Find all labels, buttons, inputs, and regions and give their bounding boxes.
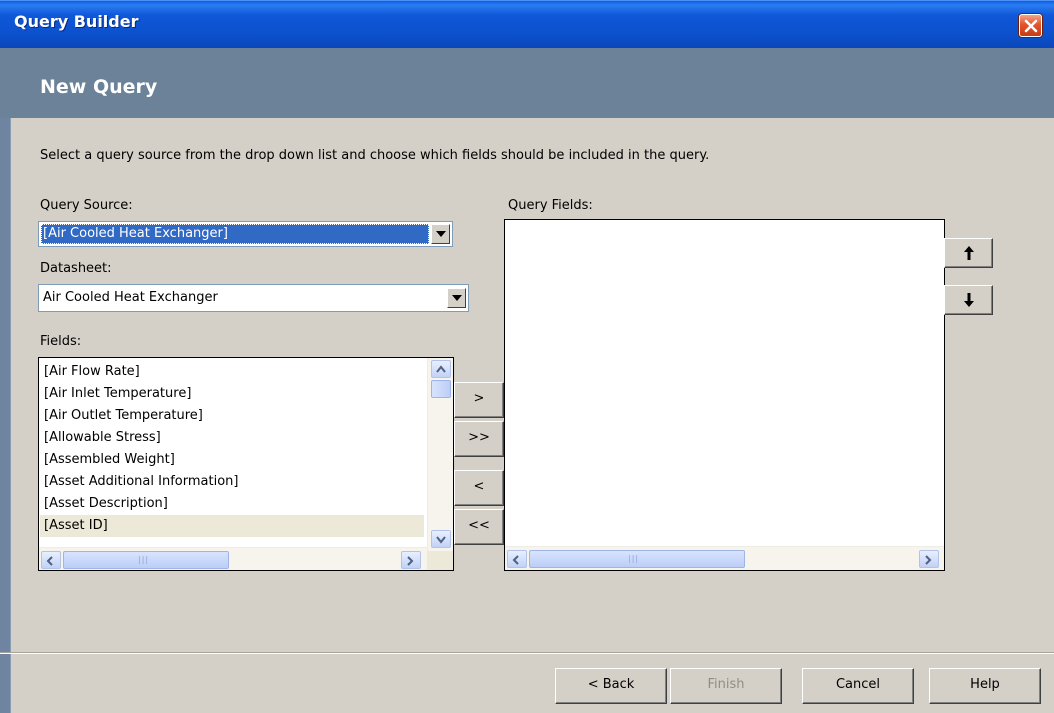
title-bar <box>0 0 1054 48</box>
chevron-right-icon <box>925 555 932 565</box>
datasheet-value: Air Cooled Heat Exchanger <box>43 290 218 305</box>
list-item[interactable]: [Air Flow Rate] <box>44 361 140 383</box>
page-title: New Query <box>40 76 158 98</box>
list-item[interactable]: [Assembled Weight] <box>44 449 175 471</box>
cancel-button[interactable]: Cancel <box>802 668 914 704</box>
remove-all-fields-label: << <box>468 518 490 533</box>
chevron-left-icon <box>512 555 519 565</box>
query-fields-list[interactable]: ||| <box>504 219 945 571</box>
fields-horizontal-scrollbar[interactable]: ||| <box>39 547 427 570</box>
window-title: Query Builder <box>14 12 139 31</box>
datasheet-dropdown[interactable]: Air Cooled Heat Exchanger <box>38 284 469 312</box>
query-fields-horizontal-scrollbar[interactable]: ||| <box>505 546 944 570</box>
list-item[interactable]: [Allowable Stress] <box>44 427 161 449</box>
remove-field-button[interactable]: < <box>454 470 504 506</box>
help-button-label: Help <box>970 677 1000 692</box>
cancel-button-label: Cancel <box>835 677 881 692</box>
query-source-dropdown[interactable]: [Air Cooled Heat Exchanger] <box>38 221 453 247</box>
scroll-right-button[interactable] <box>401 551 421 569</box>
query-source-label: Query Source: <box>40 198 133 213</box>
scroll-down-button[interactable] <box>431 530 451 548</box>
add-field-button[interactable]: > <box>454 382 504 418</box>
list-item[interactable]: [Air Inlet Temperature] <box>44 383 191 405</box>
scroll-up-button[interactable] <box>431 360 451 378</box>
chevron-up-icon <box>436 365 446 373</box>
back-button-label: < Back <box>587 677 635 692</box>
chevron-down-icon[interactable] <box>447 288 466 308</box>
wizard-header <box>0 48 1054 118</box>
help-button[interactable]: Help <box>929 668 1041 704</box>
window-left-edge <box>0 118 10 713</box>
move-up-button[interactable] <box>944 238 993 268</box>
query-fields-label: Query Fields: <box>508 198 593 213</box>
available-fields-list[interactable]: [Air Flow Rate] [Air Inlet Temperature] … <box>38 357 454 571</box>
footer-divider-highlight <box>0 653 1054 654</box>
add-field-label: > <box>473 391 485 406</box>
remove-field-label: < <box>473 479 485 494</box>
chevron-down-icon[interactable] <box>431 224 450 244</box>
scrollbar-corner <box>427 551 453 570</box>
list-item[interactable]: [Asset Description] <box>44 493 168 515</box>
move-down-button[interactable] <box>944 285 993 315</box>
close-button[interactable] <box>1019 14 1042 37</box>
datasheet-label: Datasheet: <box>40 261 112 276</box>
list-item-highlighted[interactable]: [Asset ID] <box>40 515 424 537</box>
chevron-down-icon <box>436 536 446 544</box>
instructions-text: Select a query source from the drop down… <box>40 148 710 163</box>
chevron-left-icon <box>46 556 53 566</box>
list-item[interactable]: [Air Outlet Temperature] <box>44 405 203 427</box>
add-all-fields-button[interactable]: >> <box>454 421 504 457</box>
scroll-grip-icon: ||| <box>138 555 150 564</box>
scroll-left-button[interactable] <box>507 550 527 568</box>
fields-vertical-scrollbar[interactable] <box>427 358 453 551</box>
window-left-edge-highlight <box>10 118 11 713</box>
horizontal-scroll-thumb[interactable]: ||| <box>63 551 229 569</box>
scroll-grip-icon: ||| <box>628 554 640 563</box>
query-source-value: [Air Cooled Heat Exchanger] <box>41 224 429 244</box>
list-item[interactable]: [Asset Additional Information] <box>44 471 238 493</box>
chevron-right-icon <box>407 556 414 566</box>
back-button[interactable]: < Back <box>555 668 667 704</box>
scroll-left-button[interactable] <box>41 551 61 569</box>
arrow-down-icon <box>964 293 974 307</box>
finish-button[interactable]: Finish <box>670 668 782 704</box>
horizontal-scroll-thumb[interactable]: ||| <box>529 550 745 568</box>
close-icon <box>1024 19 1038 33</box>
add-all-fields-label: >> <box>468 430 490 445</box>
scroll-right-button[interactable] <box>919 550 939 568</box>
fields-label: Fields: <box>40 334 82 349</box>
remove-all-fields-button[interactable]: << <box>454 509 504 545</box>
vertical-scroll-thumb[interactable] <box>431 380 451 398</box>
finish-button-label: Finish <box>707 677 745 692</box>
arrow-up-icon <box>964 246 974 260</box>
